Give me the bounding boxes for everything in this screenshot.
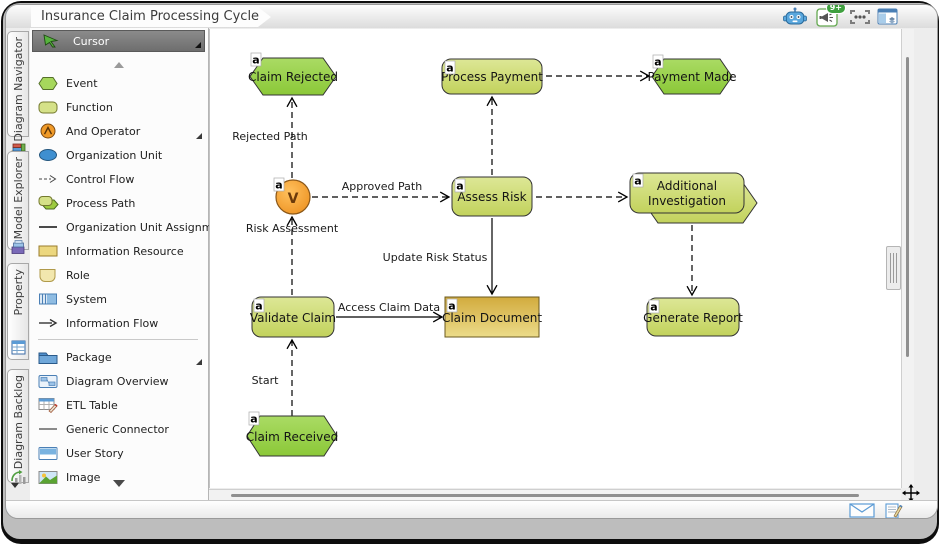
palette-item-organization-unit[interactable]: Organization Unit [32, 144, 205, 166]
horizontal-scroll-thumb[interactable] [231, 494, 859, 497]
svg-text:Claim Received: Claim Received [246, 430, 339, 444]
palette-item-function[interactable]: Function [32, 96, 205, 118]
event-icon [36, 76, 60, 91]
svg-text:Assess Risk: Assess Risk [457, 190, 526, 204]
svg-text:Payment Made: Payment Made [647, 70, 736, 84]
palette-item-system[interactable]: System [32, 288, 205, 310]
svg-text:Investigation: Investigation [648, 194, 726, 208]
palette-item-and-operator[interactable]: And Operator [32, 120, 205, 142]
tool-palette: Cursor Event Function And Operator Organ… [30, 28, 230, 500]
palette-item-generic-connector[interactable]: Generic Connector [32, 418, 205, 440]
palette-item-cursor[interactable]: Cursor [32, 30, 205, 52]
edge-label-access-claim-data: Access Claim Data [338, 301, 440, 314]
palette-item-information-resource[interactable]: Information Resource [32, 240, 205, 262]
svg-text:Claim Document: Claim Document [442, 311, 542, 325]
svg-text:a: a [275, 179, 282, 192]
vertical-scroll-thumb[interactable] [906, 57, 909, 357]
node-additional-investigation[interactable]: Additional Investigation [629, 172, 758, 224]
panel-layout-icon[interactable] [875, 7, 901, 27]
main-area: Diagram Navigator Model Explorer Propert… [6, 28, 937, 502]
cursor-resize-corner [195, 42, 201, 48]
svg-text:a: a [654, 56, 661, 69]
tab-model-explorer[interactable]: Model Explorer [7, 151, 29, 255]
palette-item-package[interactable]: Package [32, 346, 205, 368]
svg-text:Process Payment: Process Payment [441, 70, 543, 84]
notes-icon[interactable] [885, 503, 903, 518]
diagram-title: Insurance Claim Processing Cycle [41, 9, 260, 24]
svg-text:a: a [252, 54, 259, 67]
palette-item-role[interactable]: Role [32, 264, 205, 286]
svg-text:a: a [634, 175, 641, 188]
announcement-count-badge: 9+ [825, 5, 846, 14]
tab-property[interactable]: Property [7, 263, 29, 360]
side-tabstrip: Diagram Navigator Model Explorer Propert… [6, 28, 30, 500]
role-icon [36, 268, 60, 283]
property-icon [10, 339, 27, 356]
palette-item-user-story[interactable]: User Story [32, 442, 205, 464]
svg-text:a: a [250, 413, 257, 426]
canvas-splitter-grip[interactable] [886, 246, 901, 290]
edge-label-approved-path: Approved Path [342, 180, 422, 193]
image-icon [36, 470, 60, 485]
information-resource-icon [36, 244, 60, 258]
cursor-icon [39, 34, 63, 48]
edge-label-update-risk-status: Update Risk Status [383, 251, 488, 264]
svg-text:a: a [448, 300, 455, 313]
generic-connector-icon [36, 425, 60, 433]
top-toolbar: Insurance Claim Processing Cycle 9+ [6, 5, 937, 29]
process-path-icon [36, 195, 60, 211]
edge-label-rejected-path: Rejected Path [232, 130, 308, 143]
organization-unit-assignment-icon [36, 223, 60, 231]
app-window: Insurance Claim Processing Cycle 9+ Diag… [5, 4, 938, 519]
operator-caption: Risk Assessment [246, 222, 339, 235]
diagram-canvas[interactable]: Start Rejected Path Approved Path Update… [209, 29, 901, 488]
package-variants-corner[interactable] [196, 359, 202, 365]
palette-scroll-up[interactable] [114, 62, 124, 68]
vertical-scrollbar[interactable] [901, 29, 914, 488]
palette-item-diagram-overview[interactable]: Diagram Overview [32, 370, 205, 392]
control-flow-icon [36, 172, 60, 186]
system-icon [36, 292, 60, 306]
svg-text:Additional: Additional [657, 179, 717, 193]
announcements-icon[interactable]: 9+ [815, 5, 846, 27]
tabstrip-more-caret[interactable] [11, 483, 19, 488]
palette-item-control-flow[interactable]: Control Flow [32, 168, 205, 190]
palette-scroll-down[interactable] [113, 480, 125, 487]
etl-table-icon [36, 397, 60, 413]
information-flow-icon [36, 316, 60, 330]
and-operator-icon [36, 123, 60, 139]
message-envelope-icon[interactable] [849, 503, 875, 518]
palette-item-process-path[interactable]: Process Path [32, 192, 205, 214]
svg-text:a: a [650, 301, 657, 314]
edge-label-start: Start [252, 374, 280, 387]
model-explorer-icon [10, 239, 27, 256]
diagram-svg: Start Rejected Path Approved Path Update… [232, 52, 758, 457]
palette-item-organization-unit-assignment[interactable]: Organization Unit Assignment [32, 216, 230, 238]
svg-text:a: a [446, 62, 453, 75]
user-story-icon [36, 446, 60, 461]
palette-separator [38, 339, 198, 340]
ai-assistant-icon[interactable] [782, 7, 808, 27]
diagram-title-tab[interactable]: Insurance Claim Processing Cycle [31, 7, 271, 27]
organization-unit-icon [36, 148, 60, 162]
svg-text:a: a [255, 300, 262, 313]
diagram-overview-icon [36, 374, 60, 389]
fit-to-window-icon[interactable] [847, 7, 873, 27]
function-icon [36, 100, 60, 115]
palette-item-etl-table[interactable]: ETL Table [32, 394, 205, 416]
node-markers: a a a a a a a a a a [248, 52, 664, 426]
tab-diagram-navigator[interactable]: Diagram Navigator [7, 31, 29, 157]
tab-diagram-backlog[interactable]: Diagram Backlog [7, 369, 29, 485]
status-bar [6, 500, 937, 518]
package-icon [36, 350, 60, 365]
svg-text:Validate Claim: Validate Claim [250, 311, 336, 325]
svg-text:Claim Rejected: Claim Rejected [248, 70, 338, 84]
and-operator-variants-corner[interactable] [196, 133, 202, 139]
svg-text:a: a [456, 180, 463, 193]
palette-item-event[interactable]: Event [32, 72, 205, 94]
svg-text:V: V [288, 191, 299, 207]
palette-item-information-flow[interactable]: Information Flow [32, 312, 205, 334]
